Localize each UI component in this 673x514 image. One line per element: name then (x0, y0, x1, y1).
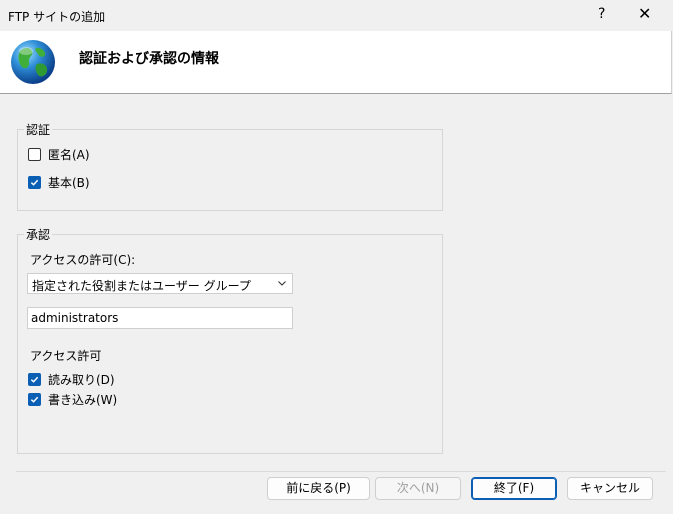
read-checkbox[interactable] (28, 373, 41, 386)
previous-button[interactable]: 前に戻る(P) (267, 477, 370, 500)
write-checkbox[interactable] (28, 393, 41, 406)
checkmark-icon (30, 396, 39, 403)
read-checkbox-row[interactable]: 読み取り(D) (28, 371, 115, 388)
access-allow-dropdown[interactable]: 指定された役割またはユーザー グループ (27, 273, 293, 294)
access-allow-value: 指定された役割またはユーザー グループ (32, 279, 251, 293)
next-button[interactable]: 次へ(N) (375, 477, 461, 500)
basic-label: 基本(B) (48, 176, 90, 190)
chevron-down-icon (278, 281, 286, 286)
authentication-legend: 認証 (24, 121, 53, 138)
users-field[interactable] (27, 307, 293, 329)
write-label: 書き込み(W) (48, 393, 118, 407)
globe-icon (11, 40, 55, 84)
write-checkbox-row[interactable]: 書き込み(W) (28, 391, 117, 408)
title-bar: FTP サイトの追加 ? ✕ (0, 0, 673, 32)
authentication-group (17, 129, 443, 211)
anonymous-checkbox-row[interactable]: 匿名(A) (28, 146, 90, 163)
basic-checkbox[interactable] (28, 176, 41, 189)
page-heading: 認証および承認の情報 (79, 51, 219, 67)
read-label: 読み取り(D) (48, 373, 115, 387)
window-title: FTP サイトの追加 (8, 10, 106, 24)
access-allow-label: アクセスの許可(C): (30, 253, 136, 267)
anonymous-checkbox[interactable] (28, 148, 41, 161)
help-button[interactable]: ? (598, 6, 605, 22)
permissions-label: アクセス許可 (30, 349, 102, 363)
checkmark-icon (30, 179, 39, 186)
basic-checkbox-row[interactable]: 基本(B) (28, 174, 90, 191)
cancel-button[interactable]: キャンセル (567, 477, 653, 500)
authorization-legend: 承認 (24, 226, 53, 243)
anonymous-label: 匿名(A) (48, 148, 90, 162)
close-button[interactable]: ✕ (638, 4, 651, 23)
checkmark-icon (30, 376, 39, 383)
wizard-header: 認証および承認の情報 (0, 31, 672, 94)
finish-button[interactable]: 終了(F) (471, 477, 557, 500)
users-input[interactable] (31, 309, 287, 327)
footer-divider (16, 471, 666, 472)
